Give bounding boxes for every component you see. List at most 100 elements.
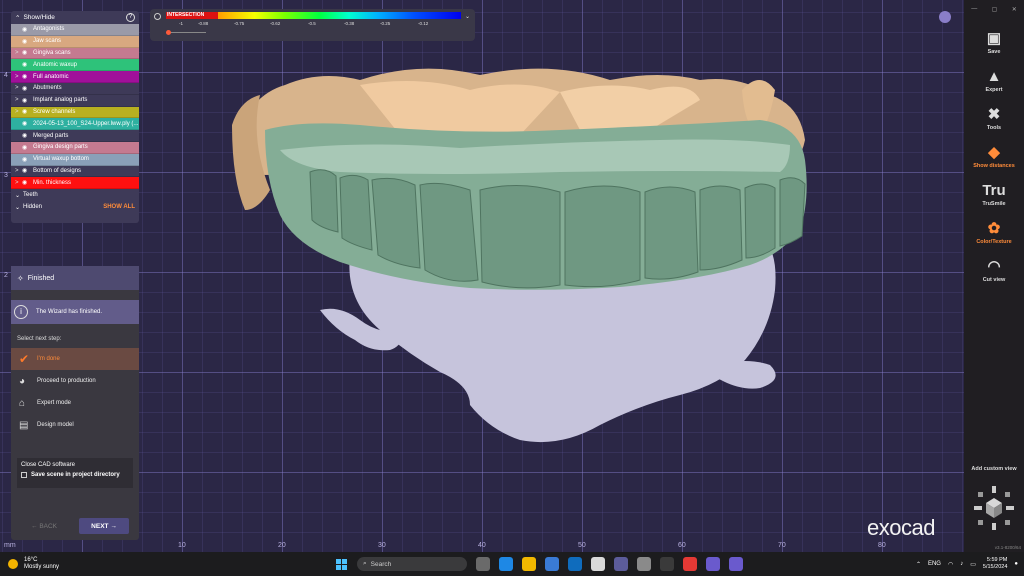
chevron-right-icon[interactable]: > xyxy=(15,109,22,115)
toolbar-button-distances[interactable]: ◆ Show distances xyxy=(964,138,1024,176)
window-controls: — ▢ ✕ xyxy=(964,0,1024,18)
chevron-right-icon[interactable]: > xyxy=(15,180,22,186)
eye-icon[interactable]: ◉ xyxy=(22,179,31,186)
toolbar-button-tools[interactable]: ✖ Tools xyxy=(964,100,1024,138)
chevron-up-icon[interactable]: ⌃ xyxy=(15,14,20,22)
eye-icon[interactable]: ◉ xyxy=(22,167,31,174)
wifi-icon[interactable]: ◠ xyxy=(948,561,953,568)
3d-viewport[interactable]: 4 3 2 mm 10 20 30 40 50 60 70 80 xyxy=(0,0,964,552)
file-explorer-icon[interactable] xyxy=(522,557,536,571)
save-scene-checkbox[interactable] xyxy=(21,472,27,478)
toolbar-button-expert[interactable]: ▲ Expert xyxy=(964,62,1024,100)
show-hide-header[interactable]: ⌃ Show/Hide ? xyxy=(11,11,139,24)
notification-icon[interactable] xyxy=(939,11,951,23)
show-hide-item[interactable]: > ◉ Min. thickness xyxy=(11,177,139,190)
windows-start-icon[interactable] xyxy=(336,558,347,570)
language-indicator[interactable]: ENG xyxy=(928,561,941,567)
minimize-icon[interactable]: — xyxy=(971,6,977,12)
task-view-icon[interactable] xyxy=(476,557,490,571)
proceed-to-production-option[interactable]: ◕ Proceed to production xyxy=(11,370,139,392)
add-custom-view-label[interactable]: Add custom view xyxy=(964,466,1024,472)
calculator-icon[interactable] xyxy=(637,557,651,571)
show-hide-item[interactable]: ◉ Jaw scans xyxy=(11,35,139,48)
gauge-icon[interactable] xyxy=(154,13,161,20)
help-icon[interactable]: ? xyxy=(126,13,135,22)
chevron-right-icon[interactable]: > xyxy=(15,50,22,56)
show-hide-item[interactable]: > ◉ Screw channels xyxy=(11,106,139,119)
notifications-icon[interactable]: ● xyxy=(1014,561,1018,567)
back-button[interactable]: ← BACK xyxy=(31,523,57,530)
eye-icon[interactable]: ◉ xyxy=(22,61,31,68)
im-done-option[interactable]: ✔ I'm done xyxy=(11,348,139,370)
settings-icon[interactable] xyxy=(660,557,674,571)
chevron-right-icon[interactable]: > xyxy=(15,97,22,103)
toolbar-button-trusmile[interactable]: Tru TruSmile xyxy=(964,176,1024,214)
chevron-right-icon[interactable]: > xyxy=(15,85,22,91)
slider-knob[interactable] xyxy=(166,30,171,35)
eye-icon[interactable]: ◉ xyxy=(22,108,31,115)
edge-icon[interactable] xyxy=(499,557,513,571)
show-hide-item[interactable]: ◉ 2024-05-13_100_S24-Upper.lww.ply (... xyxy=(11,118,139,131)
chevron-right-icon[interactable]: > xyxy=(15,74,22,80)
maximize-icon[interactable]: ▢ xyxy=(992,6,998,13)
battery-icon[interactable]: ▭ xyxy=(970,561,976,568)
volume-icon[interactable]: ♪ xyxy=(960,561,963,567)
expert-mode-option[interactable]: ⌂ Expert mode xyxy=(11,392,139,414)
show-hide-item[interactable]: > ◉ Abutments xyxy=(11,82,139,95)
show-hide-panel: ⌃ Show/Hide ? ◉ Antagonists ◉ Jaw scans > ◉ Gi… xyxy=(11,11,139,223)
wizard-navigation: ← BACK NEXT → xyxy=(11,518,139,534)
chevron-right-icon[interactable]: > xyxy=(15,168,22,174)
eye-icon[interactable]: ◉ xyxy=(22,49,31,56)
clock[interactable]: 5:59 PM 5/15/2024 xyxy=(983,557,1007,571)
app-icon[interactable] xyxy=(614,557,628,571)
eye-icon[interactable]: ◉ xyxy=(22,85,31,92)
outlook-icon[interactable] xyxy=(568,557,582,571)
threshold-slider[interactable] xyxy=(166,30,206,35)
taskbar-search[interactable]: ⌕ Search xyxy=(357,557,467,571)
wizard-panel: ✧ Finished i The Wizard has finished. Se… xyxy=(11,266,139,540)
show-hide-item[interactable]: ◉ Merged parts xyxy=(11,130,139,142)
eye-icon[interactable]: ◉ xyxy=(22,26,31,33)
chevron-up-icon[interactable]: ⌃ xyxy=(916,561,921,568)
dental-model[interactable] xyxy=(0,0,964,552)
show-hide-item[interactable]: ◉ Antagonists xyxy=(11,24,139,36)
close-icon[interactable]: ✕ xyxy=(1012,6,1017,13)
show-hide-item[interactable]: > ◉ Implant analog parts xyxy=(11,94,139,107)
exocad-app-icon[interactable] xyxy=(729,557,743,571)
show-hide-item[interactable]: > ◉ Gingiva scans xyxy=(11,47,139,60)
show-all-button[interactable]: SHOW ALL xyxy=(103,204,135,210)
eye-icon[interactable]: ◉ xyxy=(22,120,31,127)
show-hide-item[interactable]: ◉ Anatomic waxup xyxy=(11,59,139,72)
app-icon[interactable] xyxy=(591,557,605,571)
eye-icon[interactable]: ◉ xyxy=(22,156,31,163)
teeth-group[interactable]: ⌄ Teeth xyxy=(11,189,139,201)
chevron-down-icon[interactable]: ⌄ xyxy=(465,13,470,20)
app-icon[interactable] xyxy=(683,557,697,571)
eye-icon[interactable]: ◉ xyxy=(22,132,31,139)
system-tray: ⌃ ENG ◠ ♪ ▭ 5:59 PM 5/15/2024 ● xyxy=(916,557,1018,571)
show-hide-item[interactable]: ◉ Gingiva design parts xyxy=(11,141,139,154)
toolbar-button-color-texture[interactable]: ✿ Color/Texture xyxy=(964,214,1024,252)
show-hide-item[interactable]: > ◉ Full anatomic xyxy=(11,71,139,83)
eye-icon[interactable]: ◉ xyxy=(22,38,31,45)
checkmark-icon: ✔ xyxy=(19,352,30,366)
exocad-app-icon[interactable] xyxy=(706,557,720,571)
weather-widget[interactable]: 16°C Mostly sunny xyxy=(8,557,108,571)
next-button[interactable]: NEXT → xyxy=(79,518,129,534)
eye-icon[interactable]: ◉ xyxy=(22,73,31,80)
design-model-option[interactable]: ▤ Design model xyxy=(11,414,139,436)
hidden-group[interactable]: ⌄ Hidden SHOW ALL xyxy=(11,201,139,213)
select-next-step-label: Select next step: xyxy=(17,336,62,342)
toolbar-button-save[interactable]: ▣ Save xyxy=(964,24,1024,62)
show-hide-item[interactable]: > ◉ Bottom of designs xyxy=(11,165,139,178)
show-hide-item[interactable]: ◉ Virtual waxup bottom xyxy=(11,153,139,166)
save-scene-checkbox-row[interactable]: Save scene in project directory xyxy=(21,472,129,478)
eye-icon[interactable]: ◉ xyxy=(22,97,31,104)
toolbar-button-cut-view[interactable]: ◠ Cut view xyxy=(964,252,1024,290)
store-icon[interactable] xyxy=(545,557,559,571)
show-hide-item-label: 2024-05-13_100_S24-Upper.lww.ply (... xyxy=(33,120,139,127)
eye-icon[interactable]: ◉ xyxy=(22,144,31,151)
close-cad-label: Close CAD software xyxy=(21,462,76,468)
chevron-down-icon: ⌄ xyxy=(15,204,21,211)
view-cube-icon[interactable] xyxy=(972,484,1016,534)
